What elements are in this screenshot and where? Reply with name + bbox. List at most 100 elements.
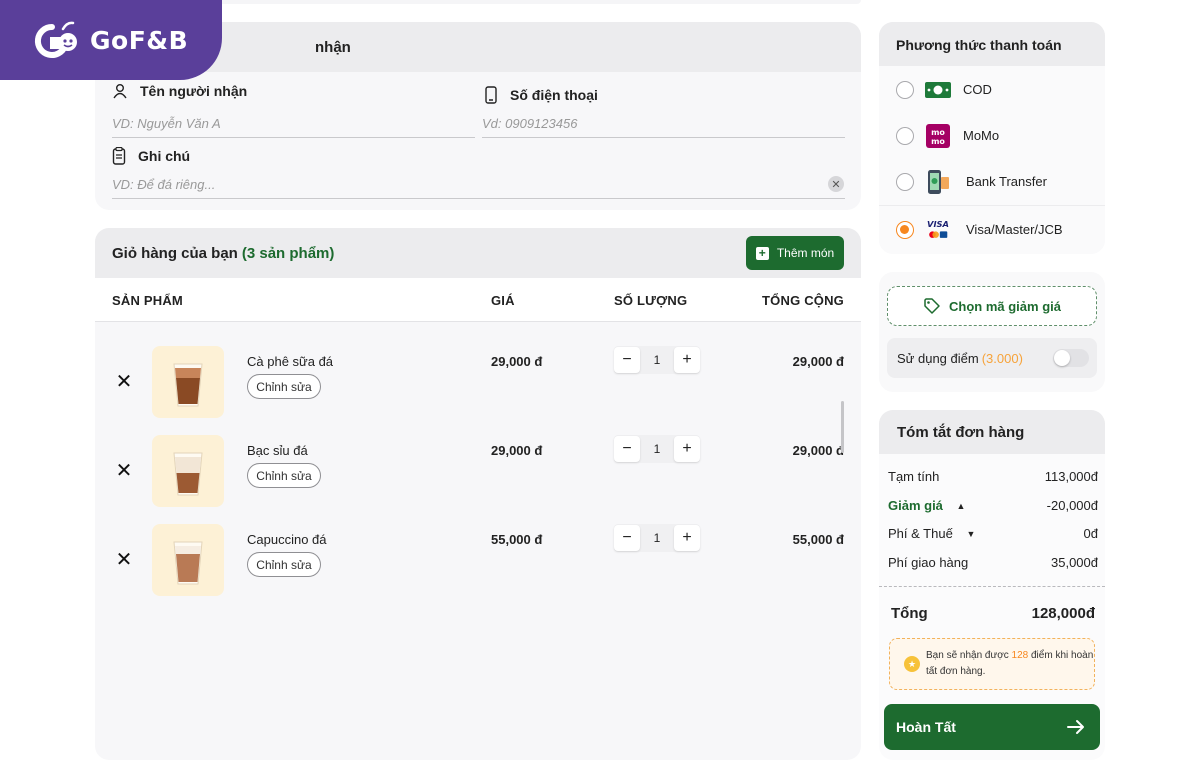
shipping-row: Phí giao hàng 35,000đ — [888, 555, 1098, 570]
logo-mark-icon — [32, 19, 82, 61]
edit-item-button[interactable]: Chỉnh sửa — [247, 374, 321, 399]
fee-value: 0đ — [1083, 526, 1098, 541]
arrow-right-icon — [1067, 720, 1084, 734]
note-label: Ghi chú — [112, 147, 190, 165]
add-item-label: Thêm món — [776, 246, 835, 260]
decrease-qty-button[interactable]: − — [614, 347, 640, 373]
cash-icon — [925, 77, 951, 103]
svg-text:VISA: VISA — [927, 219, 949, 229]
name-label: Tên người nhận — [112, 83, 247, 99]
note-icon — [112, 147, 126, 165]
iced-coffee-icon — [173, 363, 203, 407]
quantity-stepper: − 1 + — [614, 435, 700, 463]
logo-text: GoF&B — [90, 25, 189, 55]
phone-label-text: Số điện thoại — [510, 87, 598, 103]
item-total: 29,000 đ — [792, 443, 844, 458]
edit-item-button[interactable]: Chỉnh sửa — [247, 463, 321, 488]
note-label-text: Ghi chú — [138, 148, 191, 164]
complete-order-button[interactable]: Hoàn Tất — [884, 704, 1100, 750]
cart-column-headers: SẢN PHẨM GIÁ SỐ LƯỢNG TỔNG CỘNG — [95, 278, 861, 322]
quantity-value: 1 — [653, 531, 661, 545]
caret-down-icon[interactable]: ▼ — [966, 529, 975, 539]
payment-radio-selected[interactable] — [896, 221, 914, 239]
subtotal-row: Tạm tính 113,000đ — [888, 469, 1098, 484]
total-value: 128,000đ — [1031, 605, 1095, 622]
add-item-button[interactable]: + Thêm món — [746, 236, 844, 270]
payment-title: Phương thức thanh toán — [879, 22, 1105, 66]
edit-item-button[interactable]: Chỉnh sửa — [247, 552, 321, 577]
payment-card: Phương thức thanh toán COD mo mo MoMo Ban… — [879, 22, 1105, 254]
col-product: SẢN PHẨM — [112, 293, 183, 308]
item-price: 29,000 đ — [491, 443, 543, 458]
remove-item-icon[interactable]: ✕ — [115, 461, 133, 481]
cart-scrollbar[interactable] — [841, 401, 844, 453]
payment-radio[interactable] — [896, 80, 914, 99]
item-price: 29,000 đ — [491, 354, 543, 369]
increase-qty-button[interactable]: + — [674, 436, 700, 462]
points-value: (3.000) — [981, 350, 1023, 366]
increase-qty-button[interactable]: + — [674, 525, 700, 551]
payment-option-bank[interactable]: Bank Transfer — [879, 158, 1105, 206]
svg-text:mo: mo — [931, 128, 945, 137]
discount-value: -20,000đ — [1046, 498, 1098, 513]
points-toggle[interactable] — [1053, 349, 1089, 367]
payment-radio[interactable] — [896, 172, 914, 191]
iced-cappuccino-icon — [173, 541, 203, 585]
clear-note-icon[interactable]: ✕ — [828, 176, 844, 192]
payment-radio[interactable] — [896, 126, 914, 145]
cart-row: ✕ Cà phê sữa đá Chỉnh sửa 29,000 đ − 1 +… — [95, 345, 861, 434]
quantity-value: 1 — [653, 442, 661, 456]
cart-count: (3 sản phẩm) — [241, 244, 335, 262]
remove-item-icon[interactable]: ✕ — [115, 550, 133, 570]
col-qty: SỐ LƯỢNG — [614, 293, 688, 308]
shipping-value: 35,000đ — [1051, 555, 1098, 570]
note-input[interactable] — [112, 177, 845, 199]
item-name: Capuccino đá — [247, 532, 327, 547]
reward-points-notice: ★ Bạn sẽ nhận được 128 điểm khi hoàn tất… — [889, 638, 1095, 690]
payment-option-momo[interactable]: mo mo MoMo — [879, 112, 1105, 160]
choose-coupon-button[interactable]: Chọn mã giảm giá — [887, 286, 1097, 326]
momo-icon: mo mo — [925, 123, 951, 149]
phone-input[interactable] — [482, 116, 845, 138]
item-name: Cà phê sữa đá — [247, 354, 334, 369]
cart-row: ✕ Bạc sỉu đá Chỉnh sửa 29,000 đ − 1 + 29… — [95, 434, 861, 523]
item-total: 55,000 đ — [792, 532, 844, 547]
reward-prefix: Bạn sẽ nhận được — [926, 650, 1009, 661]
use-points-row: Sử dụng điểm (3.000) — [887, 338, 1097, 378]
fee-row[interactable]: Phí & Thuế ▼ 0đ — [888, 526, 1098, 541]
name-label-text: Tên người nhận — [140, 83, 248, 99]
product-image — [152, 435, 224, 507]
cart-card: Giỏ hàng của bạn (3 sản phẩm) + Thêm món… — [95, 228, 861, 760]
remove-item-icon[interactable]: ✕ — [115, 372, 133, 392]
summary-title: Tóm tắt đơn hàng — [879, 410, 1105, 454]
fee-label: Phí & Thuế — [888, 526, 953, 541]
star-coin-icon: ★ — [904, 656, 920, 672]
increase-qty-button[interactable]: + — [674, 347, 700, 373]
caret-up-icon[interactable]: ▲ — [957, 501, 966, 511]
discount-label: Giảm giá — [888, 498, 943, 513]
user-icon — [113, 84, 127, 99]
plus-icon: + — [755, 246, 769, 260]
col-price: GIÁ — [491, 293, 515, 308]
col-total: TỔNG CỘNG — [762, 293, 844, 308]
quantity-stepper: − 1 + — [614, 524, 700, 552]
total-label: Tổng — [891, 605, 928, 622]
item-total: 29,000 đ — [792, 354, 844, 369]
bank-transfer-icon — [925, 169, 951, 195]
brand-logo[interactable]: GoF&B — [0, 0, 222, 80]
payment-option-cod[interactable]: COD — [879, 66, 1105, 114]
decrease-qty-button[interactable]: − — [614, 525, 640, 551]
phone-label: Số điện thoại — [484, 86, 598, 104]
item-name: Bạc sỉu đá — [247, 443, 308, 458]
discount-row[interactable]: Giảm giá ▲ -20,000đ — [888, 498, 1098, 513]
decrease-qty-button[interactable]: − — [614, 436, 640, 462]
product-image — [152, 524, 224, 596]
payment-label: MoMo — [963, 128, 1000, 143]
phone-icon — [485, 86, 497, 104]
quantity-value: 1 — [653, 353, 661, 367]
payment-option-visa[interactable]: VISA Visa/Master/JCB — [879, 206, 1105, 254]
subtotal-value: 113,000đ — [1044, 469, 1098, 484]
payment-label: Visa/Master/JCB — [966, 222, 1063, 237]
name-input[interactable] — [112, 116, 475, 138]
svg-text:mo: mo — [931, 137, 945, 146]
